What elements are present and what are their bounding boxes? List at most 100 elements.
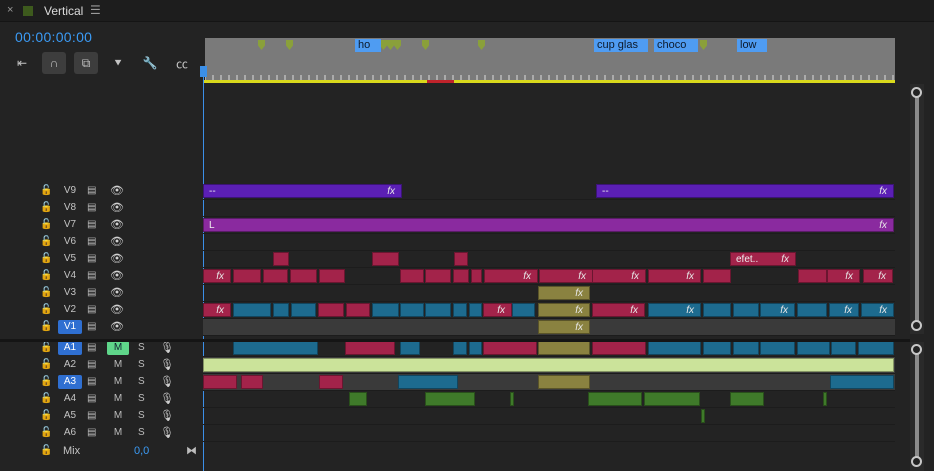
audio-clip[interactable] bbox=[233, 341, 318, 355]
track-target-toggle[interactable]: A2 bbox=[58, 358, 82, 372]
lock-icon[interactable]: 🔓 bbox=[40, 304, 52, 315]
insert-icon[interactable]: ⇤ bbox=[10, 52, 34, 74]
video-clip[interactable]: fx bbox=[538, 320, 590, 334]
panel-menu-icon[interactable]: ☰ bbox=[90, 3, 101, 17]
marker-label[interactable]: choco bbox=[654, 39, 698, 52]
sync-lock-icon[interactable]: ▤ bbox=[87, 304, 96, 315]
eye-icon[interactable]: 👁 bbox=[110, 252, 124, 265]
track-target-toggle[interactable]: V7 bbox=[58, 218, 82, 232]
sequence-tab-title[interactable]: Vertical bbox=[44, 4, 83, 18]
track-lane[interactable] bbox=[203, 374, 895, 391]
audio-clip[interactable] bbox=[398, 375, 458, 389]
voice-over-record-icon[interactable]: 🎙 bbox=[160, 341, 174, 354]
eye-icon[interactable]: 👁 bbox=[110, 235, 124, 248]
video-clip[interactable] bbox=[318, 303, 344, 317]
video-clip[interactable] bbox=[471, 269, 482, 283]
close-tab-icon[interactable]: × bbox=[7, 4, 13, 16]
video-clip[interactable] bbox=[703, 303, 731, 317]
lock-icon[interactable]: 🔓 bbox=[40, 287, 52, 298]
voice-over-record-icon[interactable]: 🎙 bbox=[160, 409, 174, 422]
video-clip[interactable]: fx bbox=[483, 303, 512, 317]
solo-button[interactable]: S bbox=[138, 410, 145, 421]
audio-clip[interactable] bbox=[345, 341, 395, 355]
track-lane[interactable]: efet.. fx bbox=[203, 251, 895, 268]
track-target-toggle[interactable]: A1 bbox=[58, 341, 82, 355]
video-clip[interactable]: -- fx bbox=[596, 184, 894, 198]
track-target-toggle[interactable]: A5 bbox=[58, 409, 82, 423]
video-clip[interactable] bbox=[703, 269, 731, 283]
audio-clip[interactable] bbox=[349, 392, 367, 406]
video-clip[interactable]: fx bbox=[861, 303, 894, 317]
sync-lock-icon[interactable]: ▤ bbox=[87, 427, 96, 438]
audio-clip[interactable] bbox=[538, 341, 590, 355]
video-clip[interactable]: fx bbox=[203, 269, 231, 283]
video-clip[interactable] bbox=[400, 269, 424, 283]
solo-button[interactable]: S bbox=[138, 376, 145, 387]
video-clip[interactable] bbox=[400, 303, 424, 317]
video-clip[interactable] bbox=[346, 303, 370, 317]
sync-lock-icon[interactable]: ▤ bbox=[87, 219, 96, 230]
voice-over-record-icon[interactable]: 🎙 bbox=[160, 375, 174, 388]
video-clip[interactable]: fx bbox=[539, 269, 593, 283]
track-lane[interactable]: fx fx fx fx fx fx fx bbox=[203, 268, 895, 285]
audio-clip[interactable] bbox=[797, 341, 830, 355]
video-clip[interactable] bbox=[733, 303, 759, 317]
solo-button[interactable]: S bbox=[138, 393, 145, 404]
track-lane[interactable]: fx bbox=[203, 285, 895, 302]
video-clip[interactable] bbox=[469, 303, 482, 317]
video-clip[interactable] bbox=[425, 269, 451, 283]
track-lane[interactable] bbox=[203, 408, 895, 425]
video-clip[interactable]: Lfx bbox=[203, 218, 894, 232]
sync-lock-icon[interactable]: ▤ bbox=[87, 342, 96, 353]
video-clip[interactable] bbox=[453, 303, 467, 317]
video-clip[interactable]: fx bbox=[829, 303, 859, 317]
video-clip[interactable]: fx bbox=[538, 303, 590, 317]
lock-icon[interactable]: 🔓 bbox=[40, 376, 52, 387]
lock-icon[interactable]: 🔓 bbox=[40, 185, 52, 196]
video-audio-divider[interactable] bbox=[0, 339, 910, 342]
video-clip[interactable] bbox=[454, 252, 468, 266]
video-clip[interactable]: fx bbox=[538, 286, 590, 300]
eye-icon[interactable]: 👁 bbox=[110, 201, 124, 214]
video-clip[interactable]: fx bbox=[484, 269, 538, 283]
track-lane[interactable]: fx bbox=[203, 319, 895, 336]
lock-icon[interactable]: 🔓 bbox=[40, 393, 52, 404]
audio-clip[interactable] bbox=[588, 392, 642, 406]
video-clip[interactable]: fx bbox=[648, 303, 701, 317]
video-clip[interactable]: -- fx bbox=[203, 184, 402, 198]
audio-clip[interactable] bbox=[400, 341, 420, 355]
audio-clip[interactable] bbox=[483, 341, 537, 355]
eye-icon[interactable]: 👁 bbox=[110, 269, 124, 282]
eye-icon[interactable]: 👁 bbox=[110, 303, 124, 316]
audio-clip[interactable] bbox=[831, 341, 856, 355]
video-scroll-knob-top[interactable] bbox=[911, 87, 922, 98]
sync-lock-icon[interactable]: ▤ bbox=[87, 270, 96, 281]
eye-icon[interactable]: 👁 bbox=[110, 286, 124, 299]
audio-clip[interactable] bbox=[730, 392, 764, 406]
video-clip[interactable] bbox=[372, 303, 399, 317]
sync-lock-icon[interactable]: ▤ bbox=[87, 236, 96, 247]
video-clip[interactable]: fx bbox=[863, 269, 893, 283]
video-clip[interactable] bbox=[797, 303, 827, 317]
audio-clip[interactable] bbox=[510, 392, 514, 406]
video-clip[interactable]: fx bbox=[648, 269, 701, 283]
mute-button[interactable]: M bbox=[107, 375, 129, 389]
sync-lock-icon[interactable]: ▤ bbox=[87, 185, 96, 196]
sync-lock-icon[interactable]: ▤ bbox=[87, 253, 96, 264]
mix-volume-value[interactable]: 0,0 bbox=[134, 445, 149, 457]
track-lane[interactable] bbox=[203, 357, 895, 374]
mute-button[interactable]: M bbox=[107, 409, 129, 423]
marker-label[interactable]: cup glas bbox=[594, 39, 648, 52]
video-clip[interactable] bbox=[425, 303, 451, 317]
lock-icon[interactable]: 🔓 bbox=[40, 270, 52, 281]
track-target-toggle[interactable]: V6 bbox=[58, 235, 82, 249]
voice-over-record-icon[interactable]: 🎙 bbox=[160, 358, 174, 371]
track-lane[interactable] bbox=[203, 234, 895, 251]
audio-clip[interactable] bbox=[241, 375, 263, 389]
video-clip[interactable]: fx bbox=[827, 269, 860, 283]
video-clip[interactable] bbox=[290, 269, 317, 283]
audio-clip[interactable] bbox=[703, 341, 731, 355]
mute-button[interactable]: M bbox=[107, 392, 129, 406]
sync-lock-icon[interactable]: ▤ bbox=[87, 393, 96, 404]
audio-clip[interactable] bbox=[319, 375, 343, 389]
